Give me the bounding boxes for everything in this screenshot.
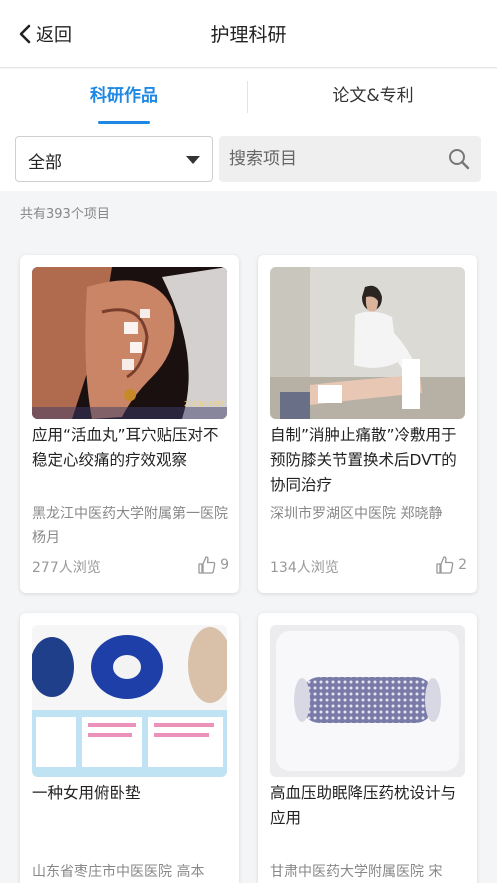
like-count: 2 [458,557,467,573]
project-title: 自制”消肿止痛散”冷敷用于预防膝关节置换术后DVT的协同治疗 [270,426,457,494]
tab-papers-patents[interactable]: 论文&专利 [249,69,497,125]
page-title: 护理科研 [210,24,287,46]
category-select[interactable]: 全部 [15,136,213,182]
project-org: 深圳市罗湖区中医院 郑晓静 [270,506,443,522]
project-title: 应用“活血丸”耳穴贴压对不稳定心绞痛的疗效观察 [32,426,219,469]
search-input[interactable] [219,136,439,182]
thumbs-up-icon [198,556,216,574]
category-select-value: 全部 [28,153,62,173]
like-button[interactable]: 9 [197,555,229,575]
thumbs-up-icon [436,556,454,574]
project-org: 山东省枣庄市中医医院 高本 [32,864,205,880]
project-card[interactable]: 2013/05/27 应用“活血丸”耳穴贴压对不稳定心绞痛的疗效观察 黑龙江中医… [20,255,239,593]
project-card[interactable]: 高血压助眠降压药枕设计与应用 甘肃中医药大学附属医院 宋 [258,613,477,883]
view-count: 134人浏览 [270,560,339,576]
project-title: 高血压助眠降压药枕设计与应用 [270,784,457,827]
image-date-stamp: 2013/05/27 [184,400,224,408]
like-count: 9 [220,557,229,573]
project-image [270,267,465,419]
view-count: 277人浏览 [32,560,101,576]
search-box [219,136,481,182]
project-card[interactable]: 一种女用俯卧垫 山东省枣庄市中医医院 高本 [20,613,239,883]
project-image: 2013/05/27 [32,267,227,419]
project-org: 黑龙江中医药大学附属第一医院 杨月 [32,506,228,546]
top-bar: 返回 护理科研 [0,0,497,68]
project-title: 一种女用俯卧垫 [32,784,141,802]
active-tab-indicator [98,121,150,124]
project-org: 甘肃中医药大学附属医院 宋 [270,864,443,880]
tab-bar: 科研作品 论文&专利 [0,69,497,125]
like-button[interactable]: 2 [435,555,467,575]
search-icon[interactable] [447,147,471,171]
tab-divider [247,81,248,113]
filter-bar: 全部 [0,125,497,191]
project-image [32,625,227,777]
project-card[interactable]: 自制”消肿止痛散”冷敷用于预防膝关节置换术后DVT的协同治疗 深圳市罗湖区中医院… [258,255,477,593]
caret-down-icon [186,156,200,164]
project-image [270,625,465,777]
result-count: 共有393个项目 [20,207,110,222]
tab-works[interactable]: 科研作品 [0,69,248,125]
